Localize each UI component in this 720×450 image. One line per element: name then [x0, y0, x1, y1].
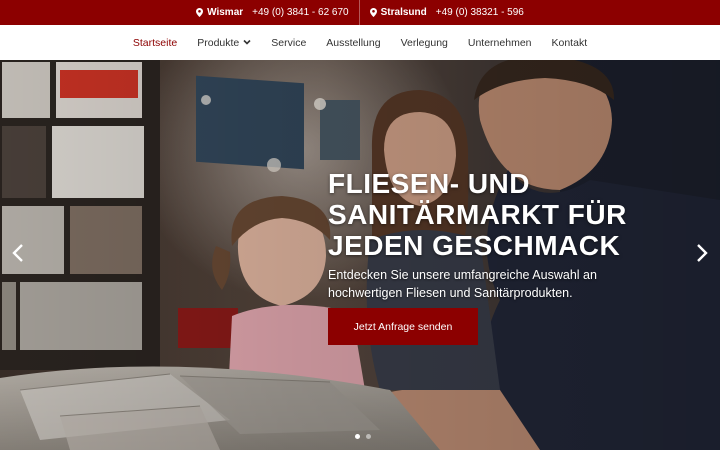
location-phone[interactable]: +49 (0) 3841 - 62 670 [252, 7, 348, 18]
location-city: Stralsund [380, 7, 427, 18]
map-pin-icon [369, 8, 377, 17]
nav-item-label: Produkte [197, 36, 240, 49]
chevron-left-icon [12, 243, 24, 267]
slider-pagination [352, 434, 374, 439]
hero-subline: Entdecken Sie unsere umfangreiche Auswah… [328, 268, 597, 300]
map-pin-icon [196, 8, 204, 17]
nav-item-kontakt[interactable]: Kontakt [552, 37, 588, 49]
nav-item-unternehmen[interactable]: Unternehmen [468, 37, 532, 49]
slider-next-button[interactable] [692, 243, 712, 267]
nav-item-produkte[interactable]: Produkte [197, 37, 251, 49]
slider-prev-button[interactable] [8, 243, 28, 267]
top-contact-bar: Wismar +49 (0) 3841 - 62 670 Stralsund +… [0, 0, 720, 25]
hero-slider: Fliesen- und Sanitärmarkt für jeden Gesc… [0, 60, 720, 450]
location-stralsund: Stralsund +49 (0) 38321 - 596 [360, 0, 534, 25]
nav-item-verlegung[interactable]: Verlegung [401, 37, 448, 49]
slider-dot-active[interactable] [355, 434, 360, 439]
hero-headline: Fliesen- und Sanitärmarkt für jeden Gesc… [328, 168, 627, 261]
chevron-down-icon [243, 38, 251, 47]
slider-dot[interactable] [366, 434, 371, 439]
nav-item-startseite[interactable]: Startseite [133, 37, 177, 49]
request-button[interactable]: Jetzt Anfrage senden [328, 308, 478, 345]
location-city: Wismar [207, 7, 244, 18]
main-navigation: Startseite Produkte Service Ausstellung … [0, 25, 720, 60]
location-wismar: Wismar +49 (0) 3841 - 62 670 [186, 0, 359, 25]
location-phone[interactable]: +49 (0) 38321 - 596 [436, 7, 524, 18]
nav-item-ausstellung[interactable]: Ausstellung [326, 37, 380, 49]
nav-item-service[interactable]: Service [271, 37, 306, 49]
chevron-right-icon [696, 243, 708, 267]
